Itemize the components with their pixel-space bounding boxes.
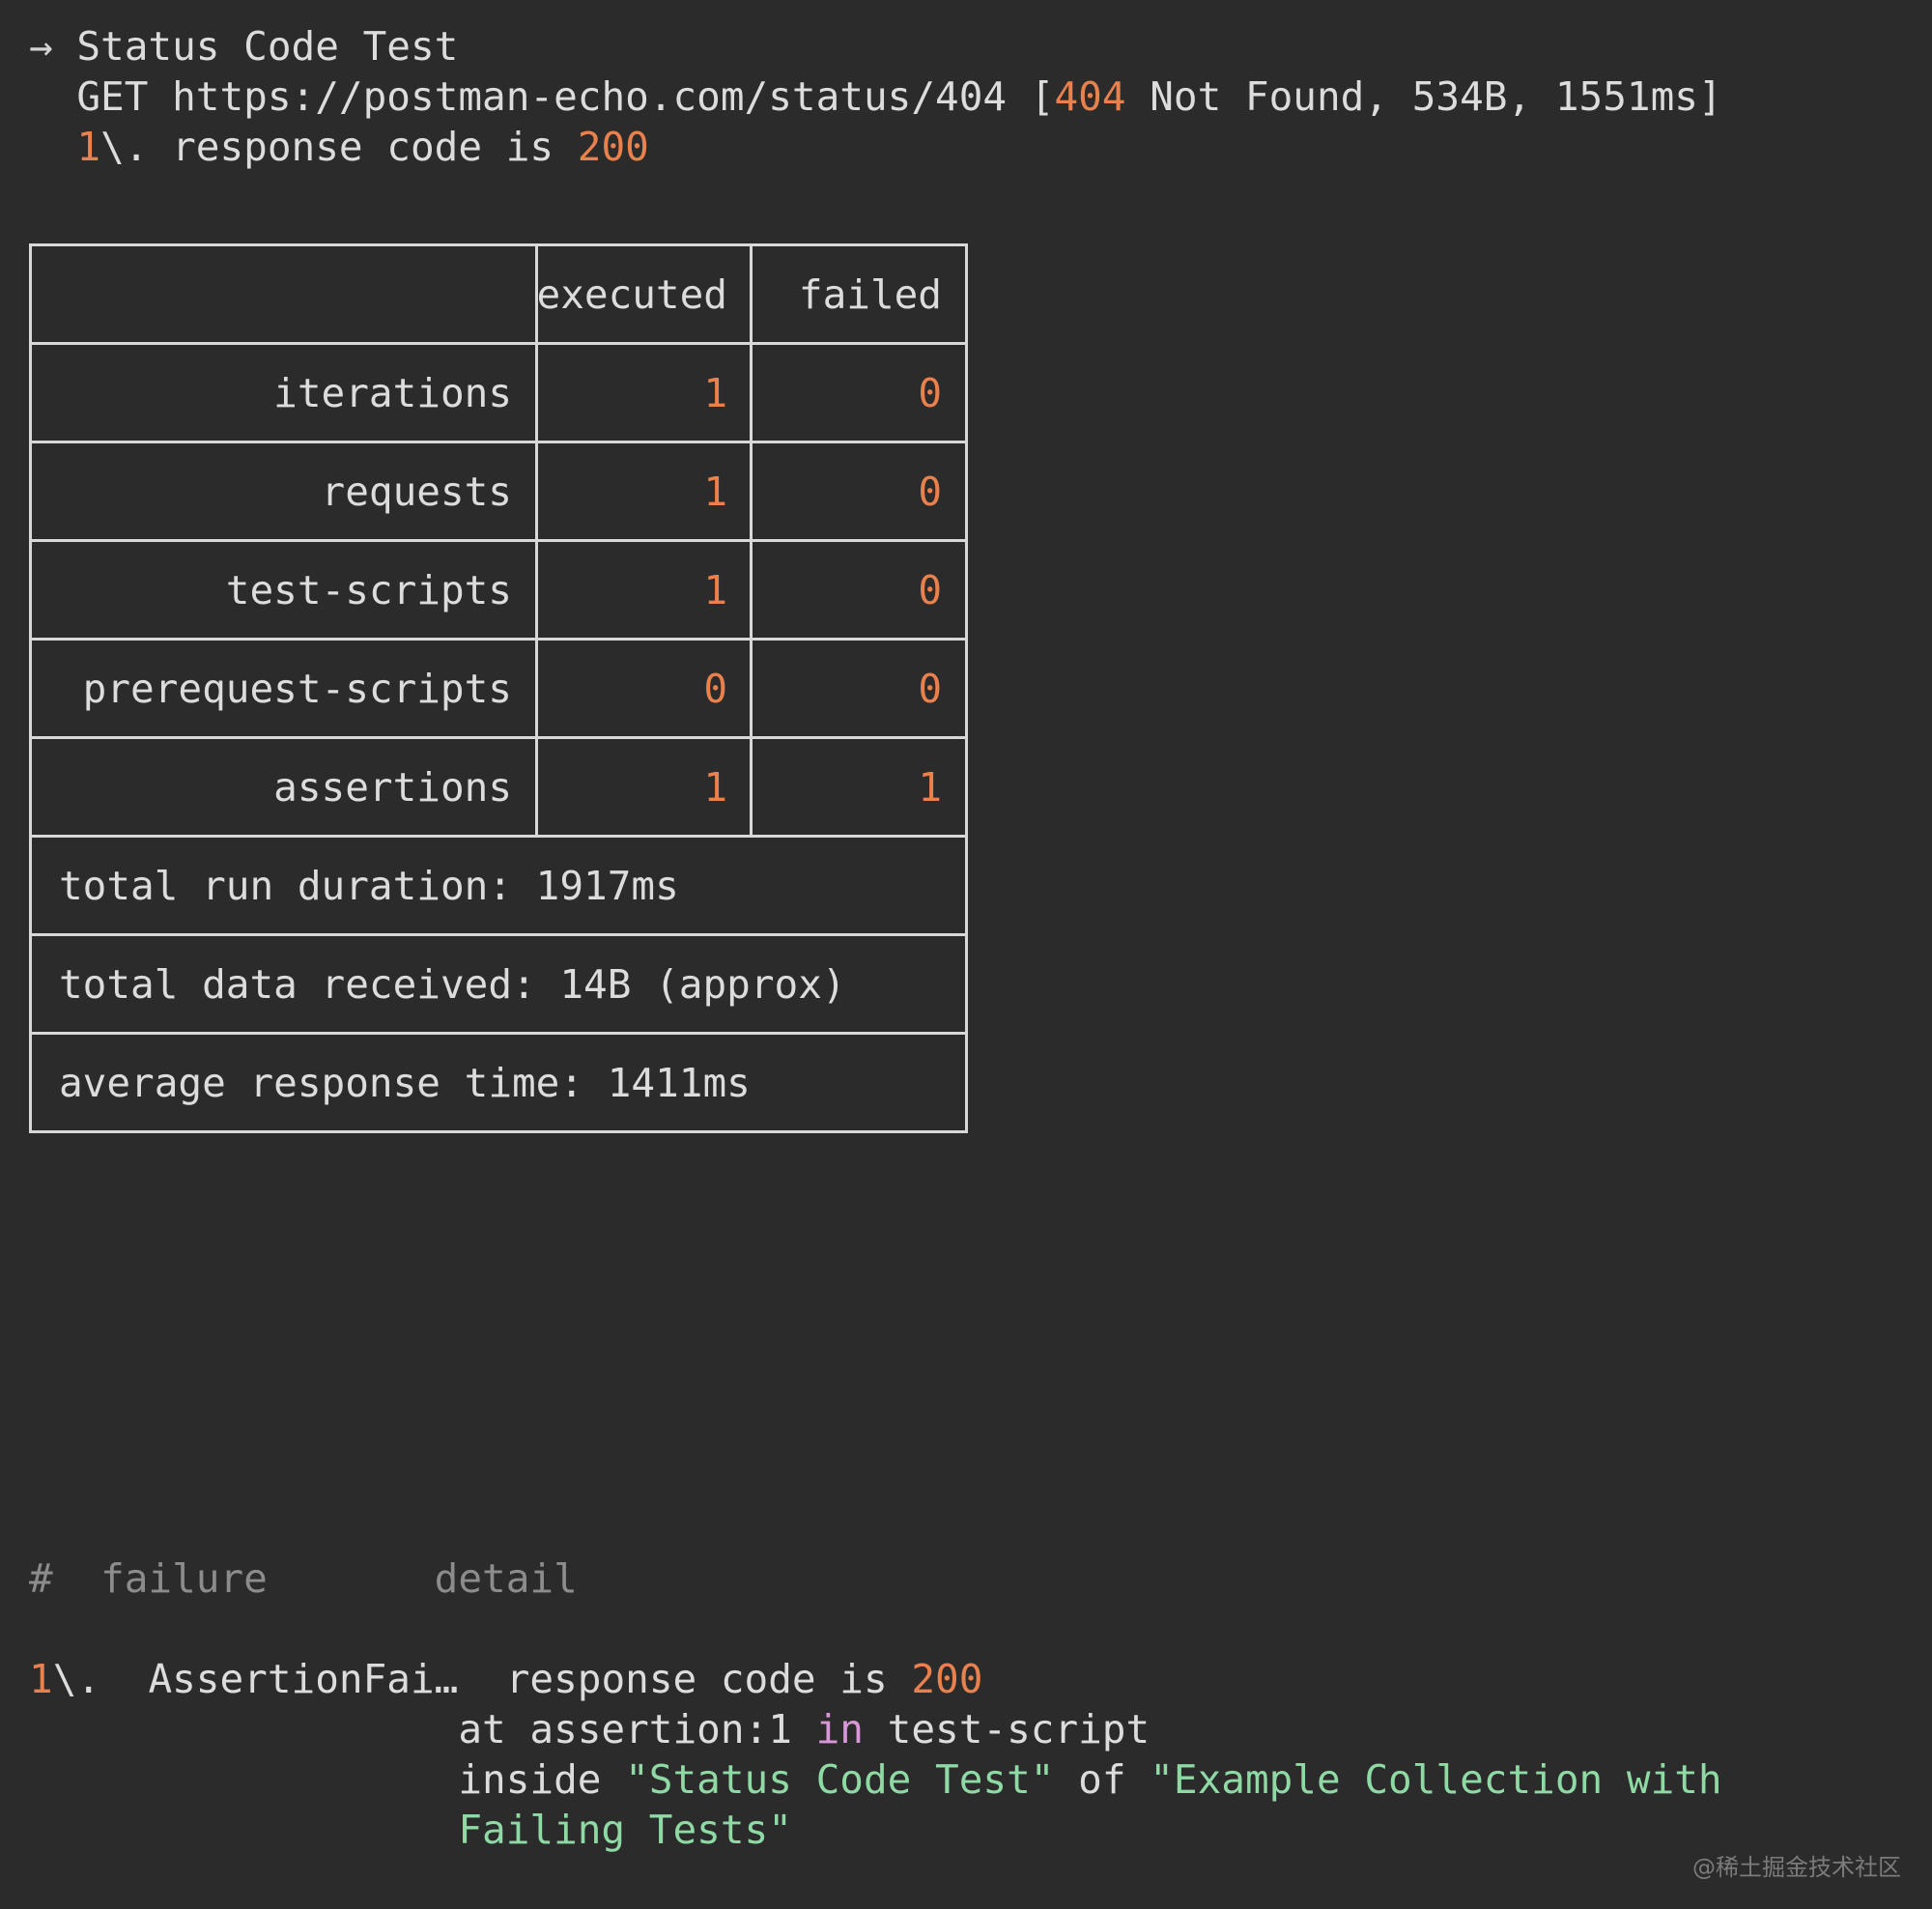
failure-detail-indent <box>29 1807 458 1853</box>
failure-name: AssertionFai… <box>148 1656 458 1702</box>
assertion-index: 1 <box>76 124 100 170</box>
failure-detail-collection-name-part2: Failing Tests" <box>458 1807 792 1853</box>
table-vertical-border <box>965 246 968 342</box>
failure-detail-indent <box>29 1706 458 1752</box>
table-vertical-border <box>965 542 968 638</box>
run-header: → Status Code Test GET https://postman-e… <box>29 21 1722 172</box>
average-response-time: average response time: 1411ms <box>29 1035 998 1130</box>
failure-detail-of: of <box>1054 1756 1150 1803</box>
failure-detail-inside: inside <box>458 1756 625 1803</box>
status-bracket-open: [ <box>1031 73 1055 120</box>
response-size: 534B, <box>1412 73 1555 120</box>
table-vertical-border <box>965 641 968 736</box>
indent-spacer <box>29 73 76 120</box>
failure-detail-keyword-in: in <box>816 1706 864 1752</box>
run-summary-table: executed failed iterations 1 0 requests … <box>29 243 968 1133</box>
request-title-line: → Status Code Test <box>29 21 1722 71</box>
row-label-requests: requests <box>29 443 535 539</box>
arrow-icon: → <box>29 23 76 70</box>
column-header-failed: failed <box>753 246 965 342</box>
request-name: Status Code Test <box>76 23 458 70</box>
failure-detail-at: at assertion:1 <box>458 1706 815 1752</box>
table-row: prerequest-scripts 0 0 <box>29 641 968 736</box>
failure-table-header: # failure detail <box>29 1553 1722 1604</box>
terminal-output: → Status Code Test GET https://postman-e… <box>0 0 1932 1909</box>
row-label-test-scripts: test-scripts <box>29 542 535 638</box>
row-label-assertions: assertions <box>29 739 535 835</box>
request-method: GET <box>76 73 172 120</box>
failure-detail-indent <box>29 1756 458 1803</box>
table-footer-row: average response time: 1411ms <box>29 1035 968 1130</box>
assertion-expected-value: 200 <box>578 124 649 170</box>
assertion-line: 1\. response code is 200 <box>29 122 1722 172</box>
row-label-prerequest-scripts: prerequest-scripts <box>29 641 535 736</box>
status-code: 404 <box>1054 73 1125 120</box>
failure-detail-request-name: "Status Code Test" <box>625 1756 1054 1803</box>
request-url-line: GET https://postman-echo.com/status/404 … <box>29 71 1722 122</box>
failure-index: 1 <box>29 1656 53 1702</box>
response-time: 1551ms <box>1555 73 1698 120</box>
column-header-blank <box>29 246 535 342</box>
row-executed-iterations: 1 <box>538 345 750 441</box>
failure-gap <box>458 1656 505 1702</box>
table-vertical-border <box>965 345 968 441</box>
status-text: Not Found, <box>1126 73 1412 120</box>
indent-spacer <box>29 124 76 170</box>
failure-detail-script: test-script <box>864 1706 1150 1752</box>
table-row: requests 1 0 <box>29 443 968 539</box>
row-failed-test-scripts: 0 <box>753 542 965 638</box>
table-footer-row: total data received: 14B (approx) <box>29 936 968 1032</box>
failure-column-header: failure <box>100 1555 268 1602</box>
table-vertical-border <box>965 443 968 539</box>
failure-detail-collection-name-part1: "Example Collection with <box>1150 1756 1721 1803</box>
failure-section: # failure detail 1\. AssertionFai… respo… <box>29 1553 1722 1855</box>
column-header-executed: executed <box>538 246 750 342</box>
row-executed-test-scripts: 1 <box>538 542 750 638</box>
failure-row-line-4: Failing Tests" <box>29 1805 1722 1855</box>
failure-row-line-1: 1\. AssertionFai… response code is 200 <box>29 1654 1722 1704</box>
table-footer-row: total run duration: 1917ms <box>29 838 968 933</box>
row-executed-requests: 1 <box>538 443 750 539</box>
status-bracket-close: ] <box>1698 73 1722 120</box>
failure-hash-header: # <box>29 1555 100 1602</box>
row-failed-assertions: 1 <box>753 739 965 835</box>
row-label-iterations: iterations <box>29 345 535 441</box>
table-header-row: executed failed <box>29 246 968 342</box>
table-row: test-scripts 1 0 <box>29 542 968 638</box>
table-row: iterations 1 0 <box>29 345 968 441</box>
table-row: assertions 1 1 <box>29 739 968 835</box>
failure-row-line-3: inside "Status Code Test" of "Example Co… <box>29 1754 1722 1805</box>
failure-detail-text: response code is <box>506 1656 912 1702</box>
detail-column-header: detail <box>435 1555 578 1602</box>
assertion-text: response code is <box>172 124 578 170</box>
row-failed-iterations: 0 <box>753 345 965 441</box>
table-bottom-border <box>29 1130 968 1133</box>
total-data-received: total data received: 14B (approx) <box>29 936 998 1032</box>
failure-detail-expected: 200 <box>911 1656 982 1702</box>
table-vertical-border <box>965 739 968 835</box>
failure-header-gap <box>268 1555 435 1602</box>
row-failed-requests: 0 <box>753 443 965 539</box>
row-executed-assertions: 1 <box>538 739 750 835</box>
assertion-index-suffix: \. <box>100 124 172 170</box>
watermark: @稀土掘金技术社区 <box>1692 1848 1901 1882</box>
request-url: https://postman-echo.com/status/404 <box>172 73 1031 120</box>
failure-index-suffix: \. <box>53 1656 149 1702</box>
row-failed-prerequest-scripts: 0 <box>753 641 965 736</box>
failure-row-line-2: at assertion:1 in test-script <box>29 1704 1722 1754</box>
total-run-duration: total run duration: 1917ms <box>29 838 998 933</box>
row-executed-prerequest-scripts: 0 <box>538 641 750 736</box>
